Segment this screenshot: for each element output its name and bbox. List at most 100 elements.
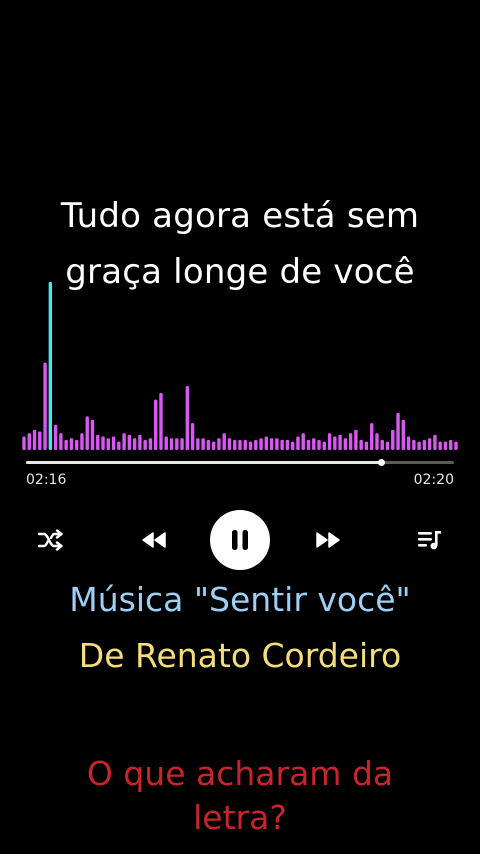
visualizer-bar xyxy=(401,419,406,450)
visualizer-bar xyxy=(117,441,121,450)
visualizer-bar xyxy=(275,438,279,450)
visualizer-bar xyxy=(427,438,432,450)
visualizer-bar xyxy=(217,438,221,450)
previous-button[interactable] xyxy=(138,528,170,552)
pause-button[interactable] xyxy=(210,510,270,570)
lyric-line-1: Tudo agora está sem xyxy=(60,196,420,236)
visualizer-bar xyxy=(322,441,326,450)
visualizer-bar xyxy=(248,441,253,450)
elapsed-time: 02:16 xyxy=(26,472,67,488)
visualizer-bar xyxy=(59,433,63,450)
visualizer-bar xyxy=(412,439,416,450)
visualizer-bar xyxy=(348,433,353,450)
rewind-icon xyxy=(142,532,166,548)
visualizer-bar xyxy=(143,439,147,450)
visualizer-bar xyxy=(48,282,53,450)
question-line-2: letra? xyxy=(193,798,287,837)
visualizer-bar xyxy=(327,433,332,450)
visualizer-bar xyxy=(375,433,379,450)
visualizer-bar xyxy=(122,433,126,450)
visualizer-bar xyxy=(433,434,437,450)
visualizer-bar xyxy=(385,441,390,450)
visualizer-bar xyxy=(306,439,311,450)
visualizer-bar xyxy=(154,399,158,450)
progress-knob[interactable] xyxy=(378,459,386,466)
visualizer-bar xyxy=(227,438,232,450)
visualizer-bar xyxy=(106,438,110,450)
visualizer-bar xyxy=(396,413,400,450)
visualizer-bar xyxy=(438,441,442,450)
visualizer-bar xyxy=(43,362,47,450)
visualizer-bar xyxy=(290,441,295,450)
visualizer-bar xyxy=(296,436,300,450)
queue-button[interactable] xyxy=(414,528,446,552)
visualizer-bar xyxy=(338,434,342,450)
visualizer-bar xyxy=(96,434,100,450)
visualizer-bar xyxy=(69,438,74,450)
shuffle-button[interactable] xyxy=(34,528,66,552)
visualizer-bar xyxy=(85,416,89,450)
visualizer-bar xyxy=(22,436,26,450)
visualizer-bar xyxy=(370,423,374,450)
visualizer-bar xyxy=(201,438,205,450)
visualizer-bar xyxy=(417,441,421,450)
visualizer-bar xyxy=(359,439,363,450)
visualizer-bar xyxy=(148,438,153,450)
song-title: Música "Sentir você" xyxy=(69,580,411,619)
visualizer-bar xyxy=(64,439,68,450)
visualizer-bar xyxy=(222,433,226,450)
visualizer-bar xyxy=(90,419,95,450)
visualizer-bar xyxy=(53,424,58,450)
visualizer-bar xyxy=(233,439,237,450)
visualizer-bar xyxy=(443,441,448,450)
next-button[interactable] xyxy=(312,528,344,552)
question-text: O que acharam da letra? xyxy=(0,752,480,840)
visualizer-bar xyxy=(190,423,195,450)
visualizer-bar xyxy=(391,429,395,450)
visualizer-bar xyxy=(169,438,174,450)
visualizer-bar xyxy=(259,438,263,450)
visualizer-bar xyxy=(185,386,190,450)
question-line-1: O que acharam da xyxy=(86,754,394,793)
visualizer-bar xyxy=(301,433,305,450)
visualizer-bar xyxy=(38,431,42,450)
visualizer-bar xyxy=(449,439,453,450)
visualizer-bar xyxy=(27,433,31,450)
visualizer-bar xyxy=(333,436,337,450)
visualizer-bar xyxy=(127,434,132,450)
audio-visualizer xyxy=(22,282,458,450)
progress-fill xyxy=(26,461,382,464)
visualizer-bar xyxy=(164,436,168,450)
total-time: 02:20 xyxy=(413,472,454,488)
visualizer-bar xyxy=(380,439,384,450)
fast-forward-icon xyxy=(316,532,340,548)
pause-icon xyxy=(232,530,248,550)
visualizer-bar xyxy=(454,441,458,450)
progress-bar[interactable] xyxy=(26,459,454,466)
visualizer-bar xyxy=(269,438,274,450)
visualizer-bar xyxy=(422,439,427,450)
visualizer-bar xyxy=(312,438,316,450)
visualizer-bar xyxy=(211,441,216,450)
visualizer-bar xyxy=(196,438,200,450)
visualizer-bar xyxy=(354,429,358,450)
visualizer-bar xyxy=(264,436,269,450)
visualizer-bar xyxy=(132,438,137,450)
visualizer-bar xyxy=(317,439,321,450)
visualizer-bar xyxy=(364,441,369,450)
visualizer-bar xyxy=(159,392,163,450)
visualizer-bar xyxy=(74,439,79,450)
visualizer-bar xyxy=(175,438,179,450)
visualizer-bar xyxy=(80,433,84,450)
visualizer-bar xyxy=(343,438,348,450)
playback-controls xyxy=(0,508,480,572)
playlist-icon xyxy=(418,531,441,550)
visualizer-bar xyxy=(254,439,258,450)
artist-name: De Renato Cordeiro xyxy=(78,636,402,675)
visualizer-bar xyxy=(206,439,211,450)
visualizer-bar xyxy=(32,429,37,450)
shuffle-icon xyxy=(37,529,63,551)
visualizer-bar xyxy=(406,436,411,450)
visualizer-bar xyxy=(111,436,116,450)
visualizer-bar xyxy=(238,439,242,450)
